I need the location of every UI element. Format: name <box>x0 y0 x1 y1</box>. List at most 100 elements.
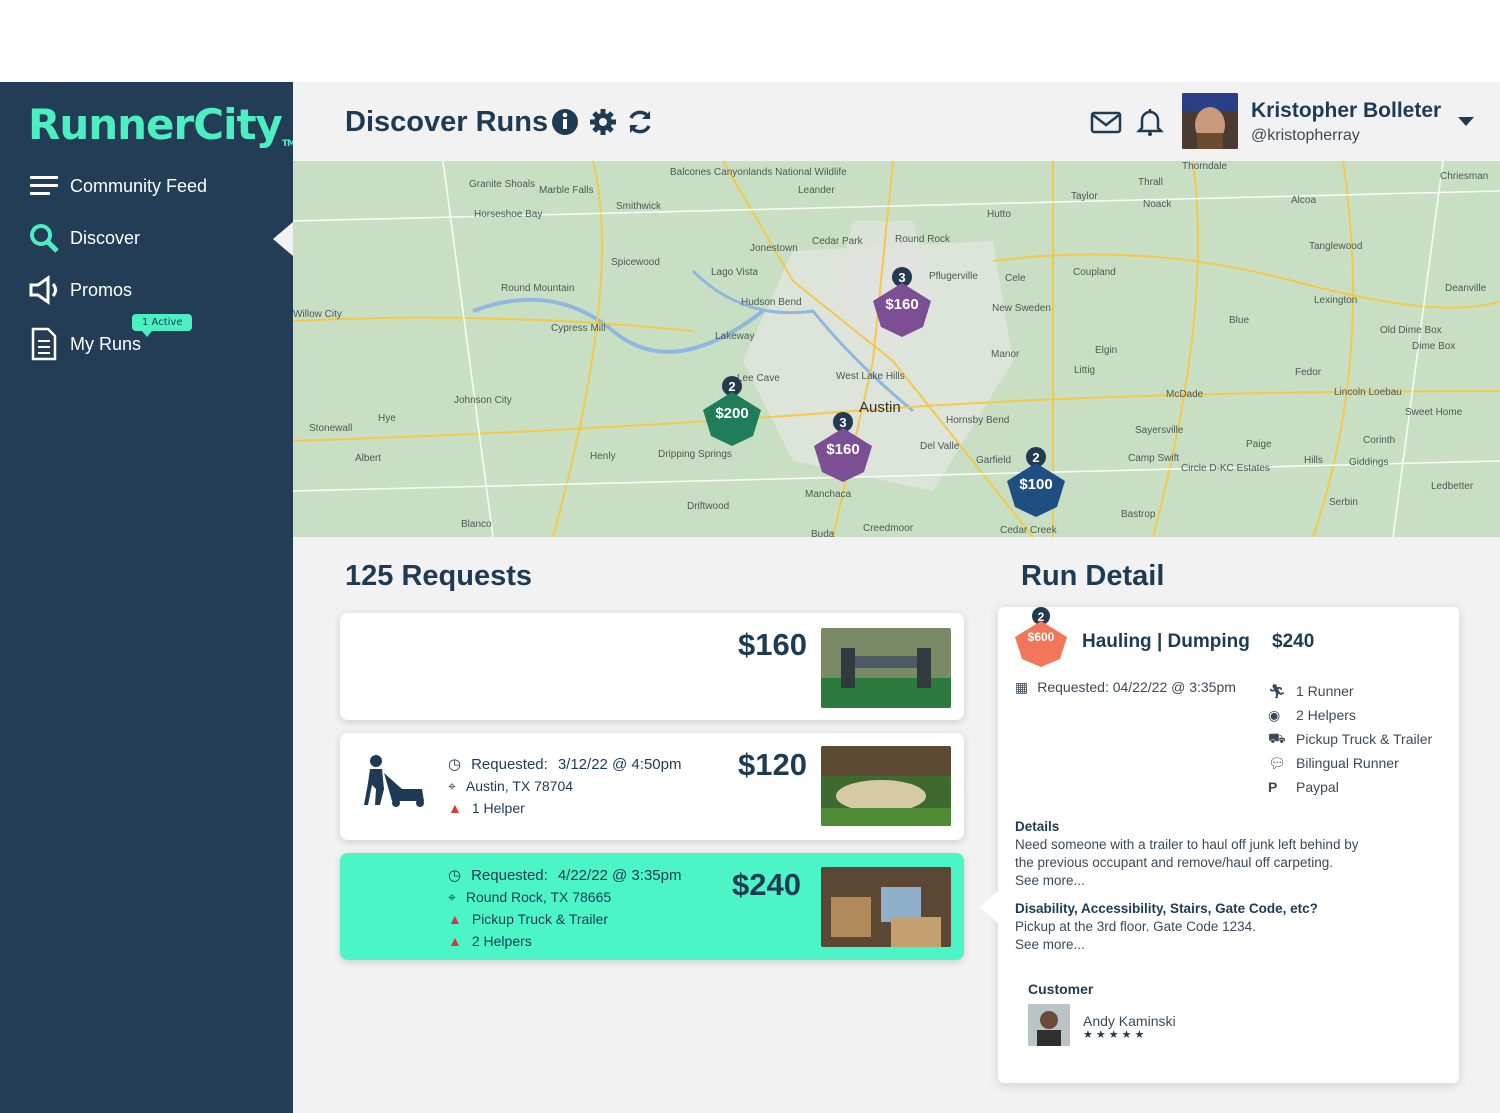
request-tag: ▲ Pickup Truck & Trailer <box>448 911 609 927</box>
map-place-label: Balcones Canyonlands National Wildlife <box>670 167 847 178</box>
map-place-label: Granite Shoals <box>469 179 536 190</box>
request-card[interactable]: ◷ Requested: 3/12/22 @ 4:50pm ⌖ Austin, TX … <box>340 733 964 840</box>
location-pin-icon: ⌖ <box>448 777 456 794</box>
request-price: $120 <box>738 747 807 782</box>
mail-icon[interactable] <box>1090 108 1122 136</box>
map-place-label: Lexington <box>1314 295 1358 306</box>
svg-text:$600: $600 <box>1028 630 1055 644</box>
request-date: ◷ Requested: 4/22/22 @ 3:35pm <box>448 866 682 885</box>
request-photo <box>821 628 951 708</box>
request-location: ⌖ Austin, TX 78704 <box>448 777 574 795</box>
see-more-link[interactable]: See more... <box>1015 936 1375 954</box>
map-place-label: Paige <box>1246 439 1272 450</box>
map-place-label: Smithwick <box>616 201 662 212</box>
sidebar-item-discover[interactable]: Discover <box>28 222 140 254</box>
map-pin[interactable]: 3 $160 <box>812 412 874 489</box>
warning-icon: ▲ <box>448 911 462 927</box>
sidebar-item-promos[interactable]: Promos <box>28 274 132 306</box>
map-place-label: Round Rock <box>895 234 951 245</box>
map-pin[interactable]: 3 $160 <box>871 267 933 344</box>
map-place-label: Hudson Bend <box>741 297 802 308</box>
run-category-badge: 2$600 <box>1015 607 1067 667</box>
runnercity-logo[interactable]: RunnerCityTM <box>28 100 296 149</box>
feature-item: 💬︎ Bilingual Runner <box>1268 754 1399 772</box>
location-pin-icon: ⌖ <box>448 888 456 905</box>
avatar[interactable] <box>1182 93 1238 149</box>
chevron-down-icon[interactable] <box>1458 117 1474 126</box>
calendar-icon: ▦ <box>1015 679 1029 695</box>
run-features: 🏃︎ 1 Runner ◉ 2 Helpers ⛟ Pickup Truck & Tr… <box>1268 679 1432 799</box>
map-place-label: Blue <box>1229 315 1250 326</box>
map-place-label: Buda <box>811 529 835 537</box>
request-date: ◷ Requested: 3/12/22 @ 4:50pm <box>448 755 682 774</box>
request-card-selected[interactable]: ◷ Requested: 4/22/22 @ 3:35pm ⌖ Round Rock,… <box>340 853 964 960</box>
sidebar-item-label: Community Feed <box>70 175 208 196</box>
run-requested: ▦ Requested: 04/22/22 @ 3:35pm <box>1015 679 1236 695</box>
map-place-label: Serbin <box>1329 497 1358 508</box>
map-place-label: Cele <box>1005 273 1026 284</box>
sidebar-item-label: Discover <box>70 227 141 248</box>
lawn-mower-icon <box>364 755 424 807</box>
customer-rating: ★★★★★ <box>1083 1029 1148 1041</box>
bell-icon[interactable] <box>1136 108 1164 136</box>
run-detail-title: Run Detail <box>1021 560 1165 592</box>
run-details-section: Details Need someone with a trailer to h… <box>1015 818 1375 954</box>
megaphone-icon <box>28 274 60 306</box>
map-place-label: Old Dime Box <box>1380 325 1442 336</box>
map-place-label: Hornsby Bend <box>946 415 1010 426</box>
svg-text:$160: $160 <box>826 441 859 458</box>
warning-icon: ▲ <box>448 933 462 949</box>
map-place-label: Circle D-KC Estates <box>1181 463 1270 474</box>
map-place-label: Blanco <box>461 519 492 530</box>
refresh-icon[interactable] <box>626 108 654 136</box>
feature-item: P Paypal <box>1268 779 1339 795</box>
map-pin[interactable]: 2 $100 <box>1005 447 1067 524</box>
map-place-label: Manchaca <box>805 489 852 500</box>
sidebar-item-my-runs[interactable]: My Runs <box>28 327 141 361</box>
menu-icon <box>28 170 60 202</box>
feature-item: 🏃︎ 1 Runner <box>1268 682 1354 700</box>
truck-icon: ⛟ <box>1268 729 1286 746</box>
map-place-label: Sayersville <box>1135 425 1184 436</box>
sidebar-item-community-feed[interactable]: Community Feed <box>28 170 207 202</box>
page-title: Discover Runs <box>345 106 549 138</box>
map-place-label: Hye <box>378 413 396 424</box>
map-place-label: Lakeway <box>715 331 755 342</box>
map-place-label: Thrall <box>1138 177 1164 188</box>
active-runs-badge: 1 Active <box>132 314 193 337</box>
map-place-label: Hutto <box>987 209 1011 220</box>
clock-icon: ◷ <box>448 756 462 773</box>
runner-icon: 🏃︎ <box>1268 682 1286 699</box>
map-place-label: Thorndale <box>1182 161 1228 172</box>
active-indicator <box>273 222 293 256</box>
document-icon <box>28 327 60 361</box>
warning-icon: ▲ <box>448 800 462 816</box>
request-card[interactable]: $160 <box>340 613 964 720</box>
map-place-label: Spicewood <box>611 257 660 268</box>
map-place-label: Cedar Creek <box>1000 525 1057 536</box>
request-price: $160 <box>738 627 807 662</box>
map[interactable]: Thorndale Granite Shoals Marble Falls Balco… <box>293 161 1500 537</box>
map-place-label: Noack <box>1143 199 1172 210</box>
request-photo <box>821 867 951 947</box>
see-more-link[interactable]: See more... <box>1015 872 1375 890</box>
customer-avatar[interactable] <box>1028 1004 1070 1046</box>
user-handle: @kristopherray <box>1251 127 1360 144</box>
run-category: Hauling | Dumping <box>1082 631 1250 652</box>
map-place-label: Littig <box>1074 365 1096 376</box>
map-place-label: Manor <box>991 349 1020 360</box>
map-place-label: Del Valle <box>920 441 960 452</box>
gear-icon[interactable] <box>589 108 617 136</box>
map-place-label: Fedor <box>1295 367 1322 378</box>
map-place-label: Henly <box>590 451 616 462</box>
map-pin[interactable]: 2 $200 <box>701 376 763 453</box>
map-place-label: McDade <box>1166 389 1204 400</box>
map-place-label: West Lake Hills <box>836 371 905 382</box>
map-place-label: Willow City <box>293 309 342 320</box>
feature-item: ◉ 2 Helpers <box>1268 706 1356 724</box>
search-icon <box>28 222 60 254</box>
request-price: $240 <box>732 867 801 902</box>
info-icon[interactable] <box>551 108 579 136</box>
map-place-label: Bastrop <box>1121 509 1156 520</box>
request-info: ◷ Requested: 3/12/22 @ 4:50pm ⌖ Austin, TX … <box>448 753 681 819</box>
